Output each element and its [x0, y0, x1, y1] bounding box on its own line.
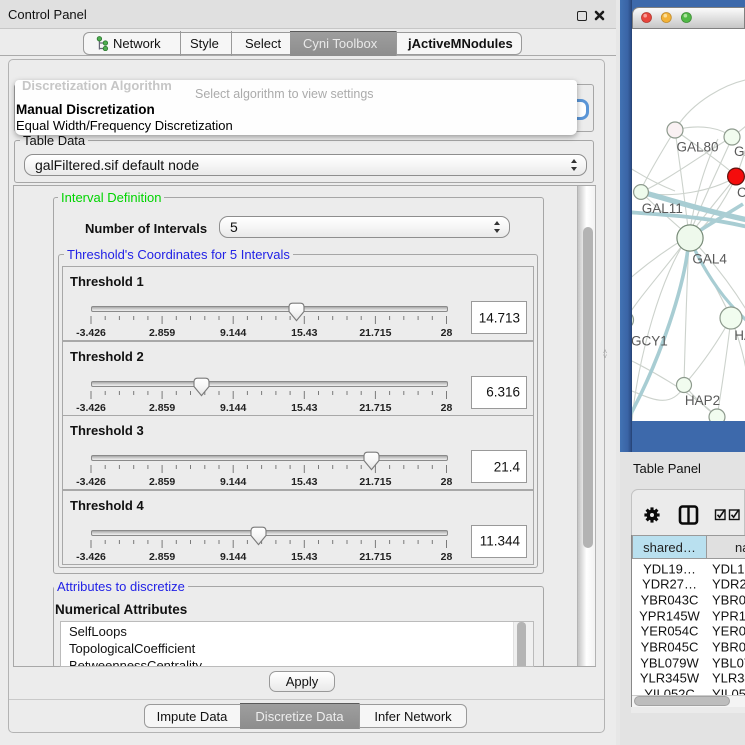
- svg-text:HA: HA: [734, 328, 745, 343]
- svg-text:CA…: CA…: [737, 185, 745, 200]
- svg-text:GAL11: GAL11: [642, 201, 683, 216]
- svg-text:GAL4: GAL4: [692, 252, 727, 267]
- svg-text:GAL80: GAL80: [677, 140, 719, 155]
- svg-text:GAL…: GAL…: [734, 144, 745, 159]
- svg-text:HAP2: HAP2: [685, 393, 720, 408]
- svg-text:GCY1: GCY1: [632, 334, 668, 349]
